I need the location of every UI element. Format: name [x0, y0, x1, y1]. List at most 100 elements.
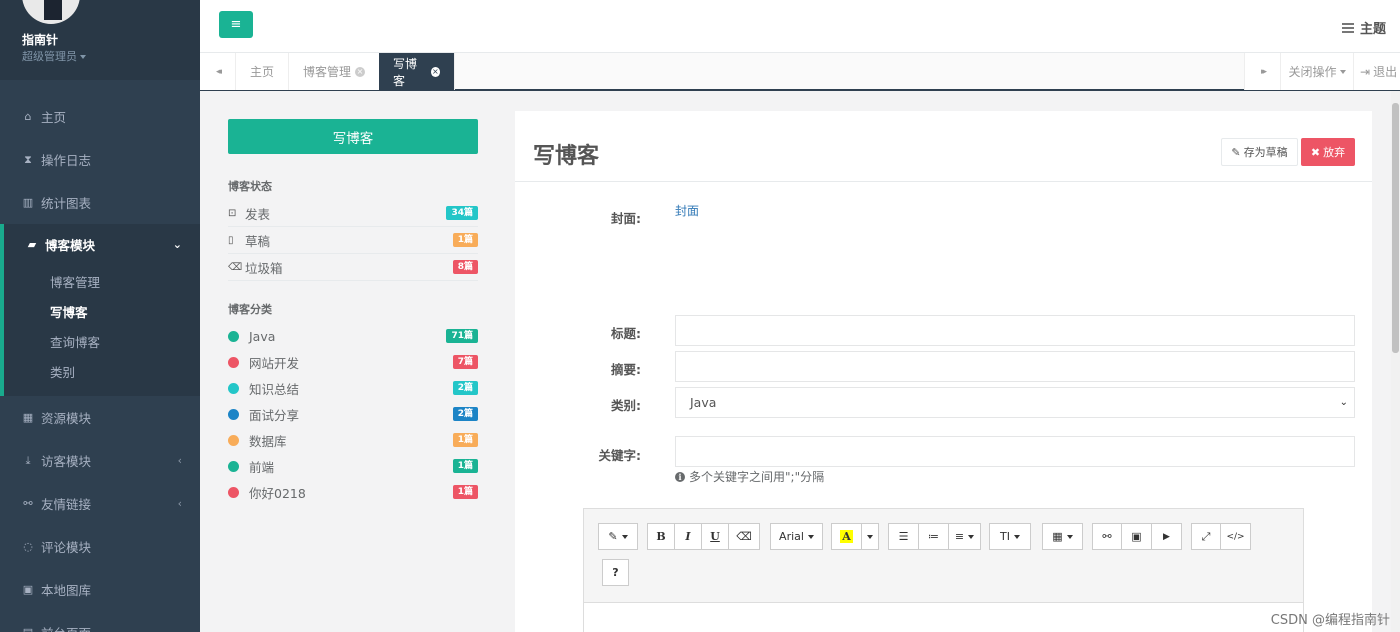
list-ul-icon: ☰	[898, 530, 909, 543]
summary-input[interactable]	[675, 351, 1355, 382]
page-scrollbar[interactable]	[1391, 91, 1400, 632]
link-icon: ⚯	[1102, 530, 1112, 543]
table-dropdown[interactable]: ▦	[1042, 523, 1083, 550]
tab-write-blog[interactable]: 写博客 ×	[379, 53, 455, 90]
discard-button[interactable]: ✖ 放弃	[1301, 138, 1355, 166]
status-section-title: 博客状态	[228, 180, 272, 193]
sidebar-subitem-write-blog[interactable]: 写博客	[4, 298, 200, 328]
sidebar-item-resource[interactable]: ▦ 资源模块	[0, 396, 200, 439]
card-header: 写博客 ✎ 存为草稿 ✖ 放弃	[515, 111, 1372, 182]
close-icon[interactable]: ×	[430, 66, 440, 77]
sidebar-item-operation-log[interactable]: ⧗ 操作日志	[0, 138, 200, 181]
count-badge: 1篇	[452, 485, 478, 499]
category-item[interactable]: 前端 1篇	[228, 453, 478, 479]
status-item-draft[interactable]: ▯ 草稿 1篇	[228, 227, 478, 254]
sidebar-subitem-query-blog[interactable]: 查询博客	[4, 328, 200, 358]
keywords-input[interactable]	[675, 436, 1355, 467]
save-draft-button[interactable]: ✎ 存为草稿	[1221, 138, 1298, 166]
style-button[interactable]: ✎	[598, 523, 638, 550]
insert-video-button[interactable]: ▶	[1151, 523, 1182, 550]
editor-content-area[interactable]	[584, 602, 1303, 632]
caret-down-icon	[1066, 534, 1073, 539]
line-height-dropdown[interactable]: TI	[989, 523, 1031, 550]
tab-blog-manage[interactable]: 博客管理 ×	[289, 53, 381, 90]
blog-left-panel: 写博客 博客状态 ⊡ 发表 34篇 ▯ 草稿 1篇 ⌫ 垃圾箱 8篇 博客分类 Java 71…	[228, 119, 478, 505]
category-item[interactable]: Java 71篇	[228, 323, 478, 349]
tabs-scroll-right-button[interactable]: ▸▸	[1244, 53, 1280, 90]
sidebar-item-frontend-page[interactable]: ▤ 前台页面	[0, 611, 200, 632]
picture-icon: ▣	[1131, 530, 1142, 543]
home-icon: ⌂	[24, 110, 32, 123]
italic-button[interactable]: I	[674, 523, 702, 550]
font-color-button[interactable]: A	[831, 523, 862, 550]
insert-link-button[interactable]: ⚯	[1092, 523, 1122, 550]
save-draft-label: 存为草稿	[1243, 146, 1288, 159]
user-role-dropdown[interactable]: 超级管理员	[22, 48, 86, 64]
link-icon: ⚯	[23, 497, 33, 510]
top-header: ≡ 主题	[200, 0, 1400, 53]
font-family-dropdown[interactable]: Arial	[770, 523, 823, 550]
category-select[interactable]: Java ⌄	[675, 387, 1355, 418]
fullscreen-button[interactable]: ⤢	[1191, 523, 1221, 550]
theme-button[interactable]: 主题	[1341, 18, 1386, 37]
sidebar-item-charts[interactable]: ▥ 统计图表	[0, 181, 200, 224]
paragraph-align-dropdown[interactable]: ≡	[948, 523, 981, 550]
sidebar-item-home[interactable]: ⌂ 主页	[0, 95, 200, 138]
sidebar-item-visitor[interactable]: ⤓ 访客模块 ‹	[0, 439, 200, 482]
ordered-list-button[interactable]: ≔	[918, 523, 949, 550]
underline-button[interactable]: U	[701, 523, 729, 550]
unordered-list-button[interactable]: ☰	[888, 523, 919, 550]
scrollbar-thumb[interactable]	[1392, 103, 1399, 353]
category-item[interactable]: 面试分享 2篇	[228, 401, 478, 427]
title-input[interactable]	[675, 315, 1355, 346]
file-icon: ▯	[228, 234, 234, 246]
forward-icon: ▸▸	[1260, 66, 1267, 77]
category-item[interactable]: 网站开发 7篇	[228, 349, 478, 375]
count-badge: 2篇	[452, 381, 478, 395]
sidebar-item-friend-links[interactable]: ⚯ 友情链接 ‹	[0, 482, 200, 525]
code-view-button[interactable]: </>	[1220, 523, 1251, 550]
status-item-published[interactable]: ⊡ 发表 34篇	[228, 200, 478, 227]
cover-link[interactable]: 封面	[675, 202, 699, 219]
list-ol-icon: ≔	[928, 530, 939, 543]
page-icon: ▤	[21, 626, 35, 632]
count-badge: 1篇	[452, 233, 478, 247]
category-label: 知识总结	[249, 381, 300, 397]
logout-button[interactable]: ⇥ 退出	[1353, 53, 1400, 90]
sidebar-item-local-gallery[interactable]: ▣ 本地图库	[0, 568, 200, 611]
close-operations-dropdown[interactable]: 关闭操作	[1280, 53, 1353, 90]
category-label: 你好0218	[249, 485, 306, 501]
video-icon: ▶	[1163, 531, 1170, 542]
category-label: Java	[249, 328, 276, 344]
profile-area: 指南针 超级管理员	[0, 0, 200, 80]
sidebar-subitem-blog-manage[interactable]: 博客管理	[4, 268, 200, 298]
clear-format-button[interactable]: ⌫	[728, 523, 760, 550]
sidebar-subitem-category[interactable]: 类别	[4, 358, 200, 388]
sidebar-item-blog-module[interactable]: ▰ 博客模块 ⌄	[0, 224, 200, 264]
chevron-left-icon: ‹	[177, 497, 182, 510]
caret-down-icon	[621, 534, 628, 539]
bold-button[interactable]: B	[647, 523, 675, 550]
summary-label: 摘要:	[611, 362, 641, 377]
sidebar-item-comments[interactable]: ◌ 评论模块	[0, 525, 200, 568]
category-item[interactable]: 数据库 1篇	[228, 427, 478, 453]
discard-label: 放弃	[1323, 146, 1346, 159]
rich-text-editor: ✎ B I U ⌫ Arial A ☰ ≔ ≡ TI ▦ ⚯ ▣ ▶ ⤢ </>…	[583, 508, 1304, 632]
write-blog-button[interactable]: 写博客	[228, 119, 478, 154]
sidebar-item-label: 评论模块	[41, 540, 92, 555]
close-icon[interactable]: ×	[355, 66, 366, 77]
avatar[interactable]	[22, 0, 80, 24]
font-color-dropdown[interactable]	[861, 523, 879, 550]
sign-out-icon: ⇥	[1360, 64, 1371, 79]
category-item[interactable]: 知识总结 2篇	[228, 375, 478, 401]
status-label: 草稿	[245, 233, 271, 249]
tabs-scroll-left-button[interactable]: ◂◂	[200, 53, 236, 90]
category-item[interactable]: 你好0218 1篇	[228, 479, 478, 505]
menu-toggle-button[interactable]: ≡	[219, 11, 253, 38]
tab-home[interactable]: 主页	[236, 53, 290, 90]
status-item-trash[interactable]: ⌫ 垃圾箱 8篇	[228, 254, 478, 281]
insert-picture-button[interactable]: ▣	[1121, 523, 1152, 550]
help-button[interactable]: ?	[602, 559, 629, 586]
caret-down-icon	[1339, 69, 1346, 74]
tab-label: 博客管理	[303, 65, 352, 79]
